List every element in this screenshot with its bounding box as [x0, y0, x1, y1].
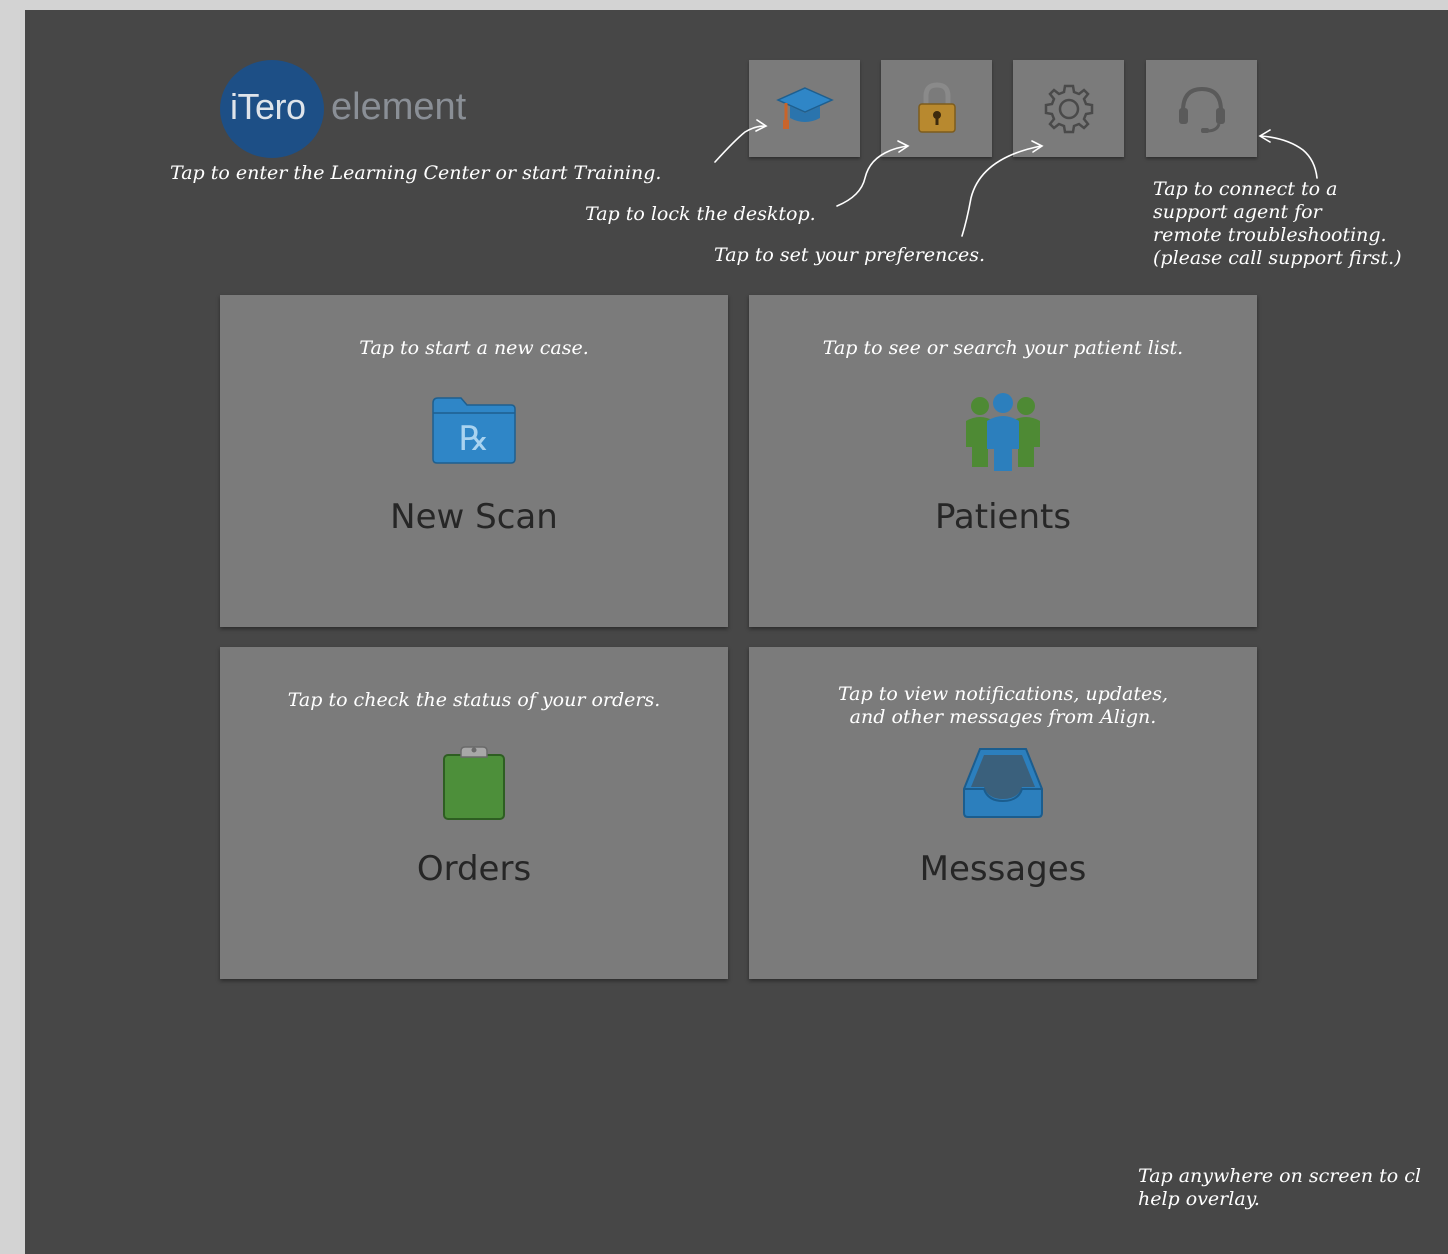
- hint-arrows: [714, 119, 1318, 237]
- patients-label: Patients: [934, 497, 1072, 537]
- lock-arrow: [836, 145, 908, 207]
- orders-tile[interactable]: Tap to check the status of your orders. …: [220, 647, 728, 979]
- preferences-arrow: [961, 145, 1042, 237]
- patients-tile[interactable]: Tap to see or search your patient list. …: [749, 295, 1257, 627]
- svg-text:℞: ℞: [459, 419, 489, 459]
- clipboard-icon: [443, 746, 505, 820]
- messages-hint: Tap to view notifications, updates, and …: [837, 683, 1168, 728]
- orders-label: Orders: [416, 849, 532, 889]
- new-scan-hint: Tap to start a new case.: [359, 337, 589, 359]
- learning-arrow: [714, 125, 766, 163]
- new-scan-label: New Scan: [390, 497, 558, 537]
- orders-hint: Tap to check the status of your orders.: [287, 689, 661, 711]
- patients-hint: Tap to see or search your patient list.: [822, 337, 1184, 359]
- rx-folder-icon: ℞: [432, 397, 516, 464]
- close-overlay-hint: Tap anywhere on screen to cl help overla…: [1138, 1165, 1421, 1210]
- help-overlay[interactable]: iTero element Tap to enter the Learning …: [25, 10, 1448, 1254]
- messages-label: Messages: [919, 849, 1087, 889]
- patients-group-icon: [966, 393, 1040, 471]
- messages-tile[interactable]: Tap to view notifications, updates, and …: [749, 647, 1257, 979]
- new-scan-tile[interactable]: Tap to start a new case. ℞ New Scan: [220, 295, 728, 627]
- inbox-tray-icon: [963, 748, 1043, 818]
